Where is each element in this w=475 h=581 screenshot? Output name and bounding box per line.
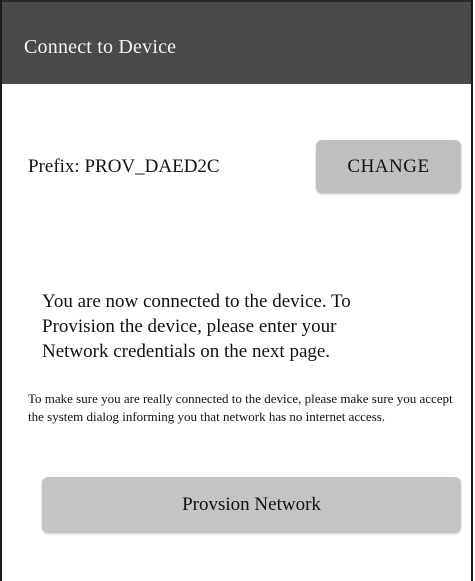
- screen: Connect to Device Prefix: PROV_DAED2C CH…: [0, 0, 473, 581]
- warning-message: To make sure you are really connected to…: [28, 391, 453, 424]
- prefix-label: Prefix: PROV_DAED2C: [28, 156, 220, 177]
- connection-message: You are now connected to the device. To …: [42, 291, 351, 362]
- title-bar: Connect to Device: [2, 0, 471, 84]
- change-button[interactable]: CHANGE: [316, 140, 461, 193]
- page-title: Connect to Device: [24, 36, 177, 58]
- provision-network-button[interactable]: Provsion Network: [42, 477, 461, 533]
